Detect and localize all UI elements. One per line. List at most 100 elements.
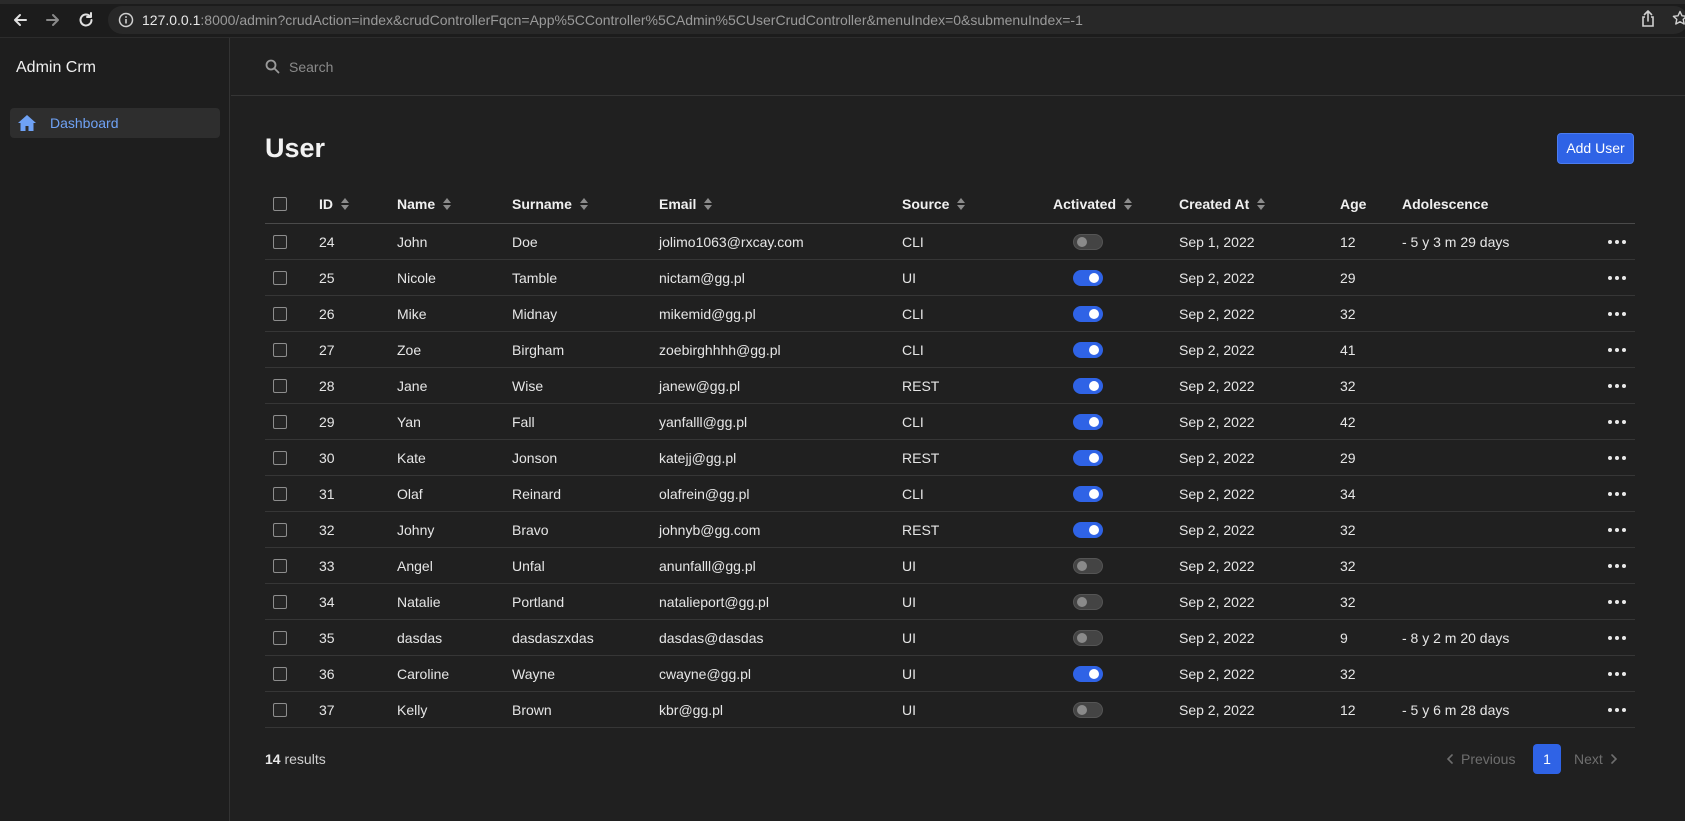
address-bar[interactable]: 127.0.0.1:8000/admin?crudAction=index&cr… (108, 6, 1685, 34)
activated-toggle[interactable] (1073, 341, 1103, 358)
more-actions-icon[interactable] (1608, 455, 1626, 460)
row-checkbox[interactable] (273, 270, 287, 285)
row-checkbox[interactable] (273, 594, 287, 609)
row-actions-cell (1608, 692, 1626, 727)
site-info-icon[interactable] (118, 12, 134, 31)
column-header-name[interactable]: Name (397, 185, 452, 223)
row-checkbox[interactable] (273, 558, 287, 573)
row-checkbox[interactable] (273, 666, 287, 681)
activated-toggle[interactable] (1073, 305, 1103, 322)
more-actions-icon[interactable] (1608, 527, 1626, 532)
sidebar-item-dashboard[interactable]: Dashboard (10, 108, 220, 138)
reload-icon[interactable] (75, 9, 97, 31)
app-title[interactable]: Admin Crm (16, 59, 96, 77)
share-icon[interactable] (1640, 10, 1656, 31)
more-actions-icon[interactable] (1608, 275, 1626, 280)
more-actions-icon[interactable] (1608, 491, 1626, 496)
cell-name: Yan (397, 413, 421, 430)
row-checkbox-cell (273, 368, 287, 403)
cell-activated (1073, 332, 1103, 367)
more-actions-icon[interactable] (1608, 239, 1626, 244)
row-checkbox[interactable] (273, 702, 287, 717)
cell-activated (1073, 224, 1103, 259)
search-input[interactable] (289, 54, 689, 80)
column-header-surname[interactable]: Surname (512, 185, 588, 223)
activated-toggle[interactable] (1073, 593, 1103, 610)
more-actions-icon[interactable] (1608, 311, 1626, 316)
cell-email: janew@gg.pl (659, 377, 741, 394)
activated-toggle[interactable] (1073, 665, 1103, 682)
column-header-id[interactable]: ID (319, 185, 349, 223)
bookmark-star-icon[interactable] (1672, 10, 1685, 29)
row-checkbox[interactable] (273, 630, 287, 645)
activated-toggle[interactable] (1073, 485, 1103, 502)
toggle-knob (1089, 524, 1099, 535)
table-body: 24 John Doe jolimo1063@rxcay.com CLI Sep 1, 2… (265, 224, 1635, 728)
more-actions-icon[interactable] (1608, 707, 1626, 712)
row-actions-cell (1608, 584, 1626, 619)
activated-toggle[interactable] (1073, 701, 1103, 718)
row-actions-cell (1608, 548, 1626, 583)
toggle-knob (1077, 632, 1087, 643)
toggle-knob (1089, 488, 1099, 499)
row-checkbox[interactable] (273, 378, 287, 393)
table-row: 31 Olaf Reinard olafrein@gg.pl CLI Sep 2, 202… (265, 476, 1635, 512)
toggle-knob (1077, 596, 1087, 607)
back-arrow-icon[interactable] (9, 9, 31, 31)
activated-toggle[interactable] (1073, 449, 1103, 466)
column-header-created-at[interactable]: Created At (1179, 185, 1266, 223)
activated-toggle[interactable] (1073, 233, 1103, 250)
activated-toggle[interactable] (1073, 521, 1103, 538)
row-checkbox[interactable] (273, 414, 287, 429)
more-actions-icon[interactable] (1608, 599, 1626, 604)
activated-toggle[interactable] (1073, 629, 1103, 646)
row-checkbox[interactable] (273, 486, 287, 501)
column-header-email[interactable]: Email (659, 185, 713, 223)
cell-id: 27 (319, 341, 335, 358)
cell-surname: Brown (512, 701, 552, 718)
forward-arrow-icon[interactable] (42, 9, 64, 31)
cell-id: 33 (319, 557, 335, 574)
activated-toggle[interactable] (1073, 269, 1103, 286)
column-header-activated[interactable]: Activated (1053, 185, 1133, 223)
column-header-label: Source (902, 196, 950, 212)
more-actions-icon[interactable] (1608, 347, 1626, 352)
cell-email: nictam@gg.pl (659, 269, 745, 286)
more-actions-icon[interactable] (1608, 419, 1626, 424)
column-header-source[interactable]: Source (902, 185, 966, 223)
cell-created-at: Sep 1, 2022 (1179, 233, 1255, 250)
cell-id: 35 (319, 629, 335, 646)
activated-toggle[interactable] (1073, 413, 1103, 430)
row-checkbox[interactable] (273, 234, 287, 249)
next-page-button[interactable]: Next (1574, 744, 1619, 774)
cell-name: dasdas (397, 629, 443, 646)
cell-age: 9 (1340, 629, 1348, 646)
column-header-label: Created At (1179, 196, 1250, 212)
more-actions-icon[interactable] (1608, 635, 1626, 640)
row-actions-cell (1608, 656, 1626, 691)
sidebar: Admin Crm Dashboard (0, 38, 230, 821)
cell-activated (1073, 548, 1103, 583)
sort-icon (1124, 198, 1133, 210)
page-button-current[interactable]: 1 (1533, 744, 1561, 774)
cell-age: 32 (1340, 521, 1356, 538)
previous-page-button[interactable]: Previous (1445, 744, 1515, 774)
more-actions-icon[interactable] (1608, 671, 1626, 676)
toggle-knob (1089, 668, 1099, 679)
row-checkbox[interactable] (273, 450, 287, 465)
select-all-checkbox[interactable] (273, 197, 287, 211)
table-row: 25 Nicole Tamble nictam@gg.pl UI Sep 2, 2022 2… (265, 260, 1635, 296)
more-actions-icon[interactable] (1608, 563, 1626, 568)
column-header-adolescence: Adolescence (1402, 185, 1488, 223)
row-checkbox[interactable] (273, 522, 287, 537)
column-header-label: Age (1340, 196, 1367, 212)
cell-activated (1073, 656, 1103, 691)
activated-toggle[interactable] (1073, 377, 1103, 394)
add-user-button[interactable]: Add User (1557, 133, 1634, 164)
cell-source: UI (902, 629, 916, 646)
row-checkbox[interactable] (273, 306, 287, 321)
activated-toggle[interactable] (1073, 557, 1103, 574)
more-actions-icon[interactable] (1608, 383, 1626, 388)
row-checkbox[interactable] (273, 342, 287, 357)
cell-email: cwayne@gg.pl (659, 665, 752, 682)
